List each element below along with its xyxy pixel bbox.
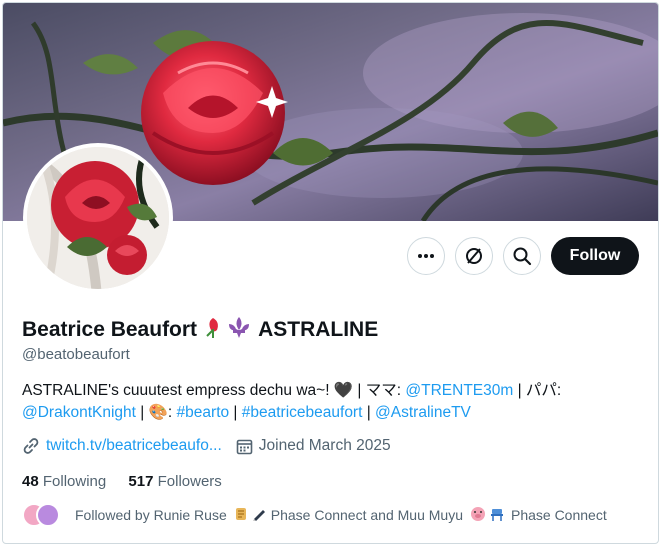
more-icon bbox=[418, 254, 434, 258]
bio-separator: | ママ: bbox=[353, 382, 406, 399]
bio-text: ASTRALINE's cuuutest empress dechu wa~! bbox=[22, 382, 334, 399]
followers-count: 517 bbox=[128, 473, 154, 490]
profile-meta: twitch.tv/beatricebeaufo... Joined March… bbox=[22, 437, 405, 455]
following-count: 48 bbox=[22, 473, 39, 490]
followed-by-text: Phase Connect bbox=[510, 507, 607, 523]
name-suffix: ASTRALINE bbox=[258, 318, 379, 341]
astralinetv-mention-link[interactable]: @AstralineTV bbox=[375, 404, 471, 421]
fleur-de-lis-icon bbox=[227, 316, 251, 344]
display-name: Beatrice Beaufort ASTRALINE bbox=[22, 316, 378, 344]
follow-button[interactable]: Follow bbox=[551, 237, 639, 275]
calendar-icon bbox=[236, 439, 253, 454]
grok-icon bbox=[466, 248, 482, 264]
following-label: Following bbox=[42, 473, 107, 490]
followed-by[interactable]: Followed by Runie Ruse Phase Connect and… bbox=[22, 503, 607, 527]
grok-button[interactable] bbox=[455, 237, 493, 275]
chair-icon bbox=[489, 506, 505, 525]
following-link[interactable]: 48 Following bbox=[22, 473, 106, 490]
profile-frame: Follow Beatrice Beaufort ASTRALINE @beat… bbox=[2, 2, 659, 544]
black-heart-icon: 🖤 bbox=[333, 382, 354, 399]
bio-separator: | パパ: bbox=[513, 382, 562, 399]
search-icon bbox=[513, 247, 532, 266]
papa-mention-link[interactable]: @DrakontKnight bbox=[22, 404, 136, 421]
link-icon bbox=[23, 438, 39, 454]
mama-mention-link[interactable]: @TRENTE30m bbox=[405, 382, 513, 399]
follow-counts: 48 Following 517 Followers bbox=[22, 473, 222, 490]
search-button[interactable] bbox=[503, 237, 541, 275]
profile-handle: @beatobeaufort bbox=[22, 346, 130, 363]
followers-link[interactable]: 517 Followers bbox=[128, 473, 221, 490]
followers-label: Followers bbox=[157, 473, 222, 490]
avatar bbox=[36, 503, 60, 527]
bio-separator: : bbox=[167, 404, 177, 421]
profile-bio: ASTRALINE's cuuutest empress dechu wa~! … bbox=[22, 380, 632, 424]
joined-item: Joined March 2025 bbox=[236, 437, 391, 455]
name-text: Beatrice Beaufort bbox=[22, 318, 198, 341]
hashtag-beatricebeaufort-link[interactable]: #beatricebeaufort bbox=[242, 404, 363, 421]
bio-separator: | bbox=[135, 404, 149, 421]
palette-icon: 🎨 bbox=[148, 404, 168, 421]
website-link[interactable]: twitch.tv/beatricebeaufo... bbox=[46, 437, 222, 455]
avatar[interactable] bbox=[23, 143, 173, 293]
followed-by-text: Followed by Runie Ruse bbox=[75, 507, 227, 523]
rose-bud-icon bbox=[205, 316, 221, 344]
scroll-icon bbox=[233, 506, 249, 525]
hashtag-bearto-link[interactable]: #bearto bbox=[177, 404, 230, 421]
bio-separator: | bbox=[229, 404, 242, 421]
website-item: twitch.tv/beatricebeaufo... bbox=[22, 437, 222, 455]
bio-separator: | bbox=[362, 404, 376, 421]
more-button[interactable] bbox=[407, 237, 445, 275]
pen-icon bbox=[251, 506, 267, 525]
pig-icon bbox=[469, 506, 487, 525]
follower-avatars bbox=[22, 503, 66, 527]
followed-by-text: Phase Connect and Muu Muyu bbox=[270, 507, 463, 523]
joined-date: Joined March 2025 bbox=[258, 437, 391, 454]
